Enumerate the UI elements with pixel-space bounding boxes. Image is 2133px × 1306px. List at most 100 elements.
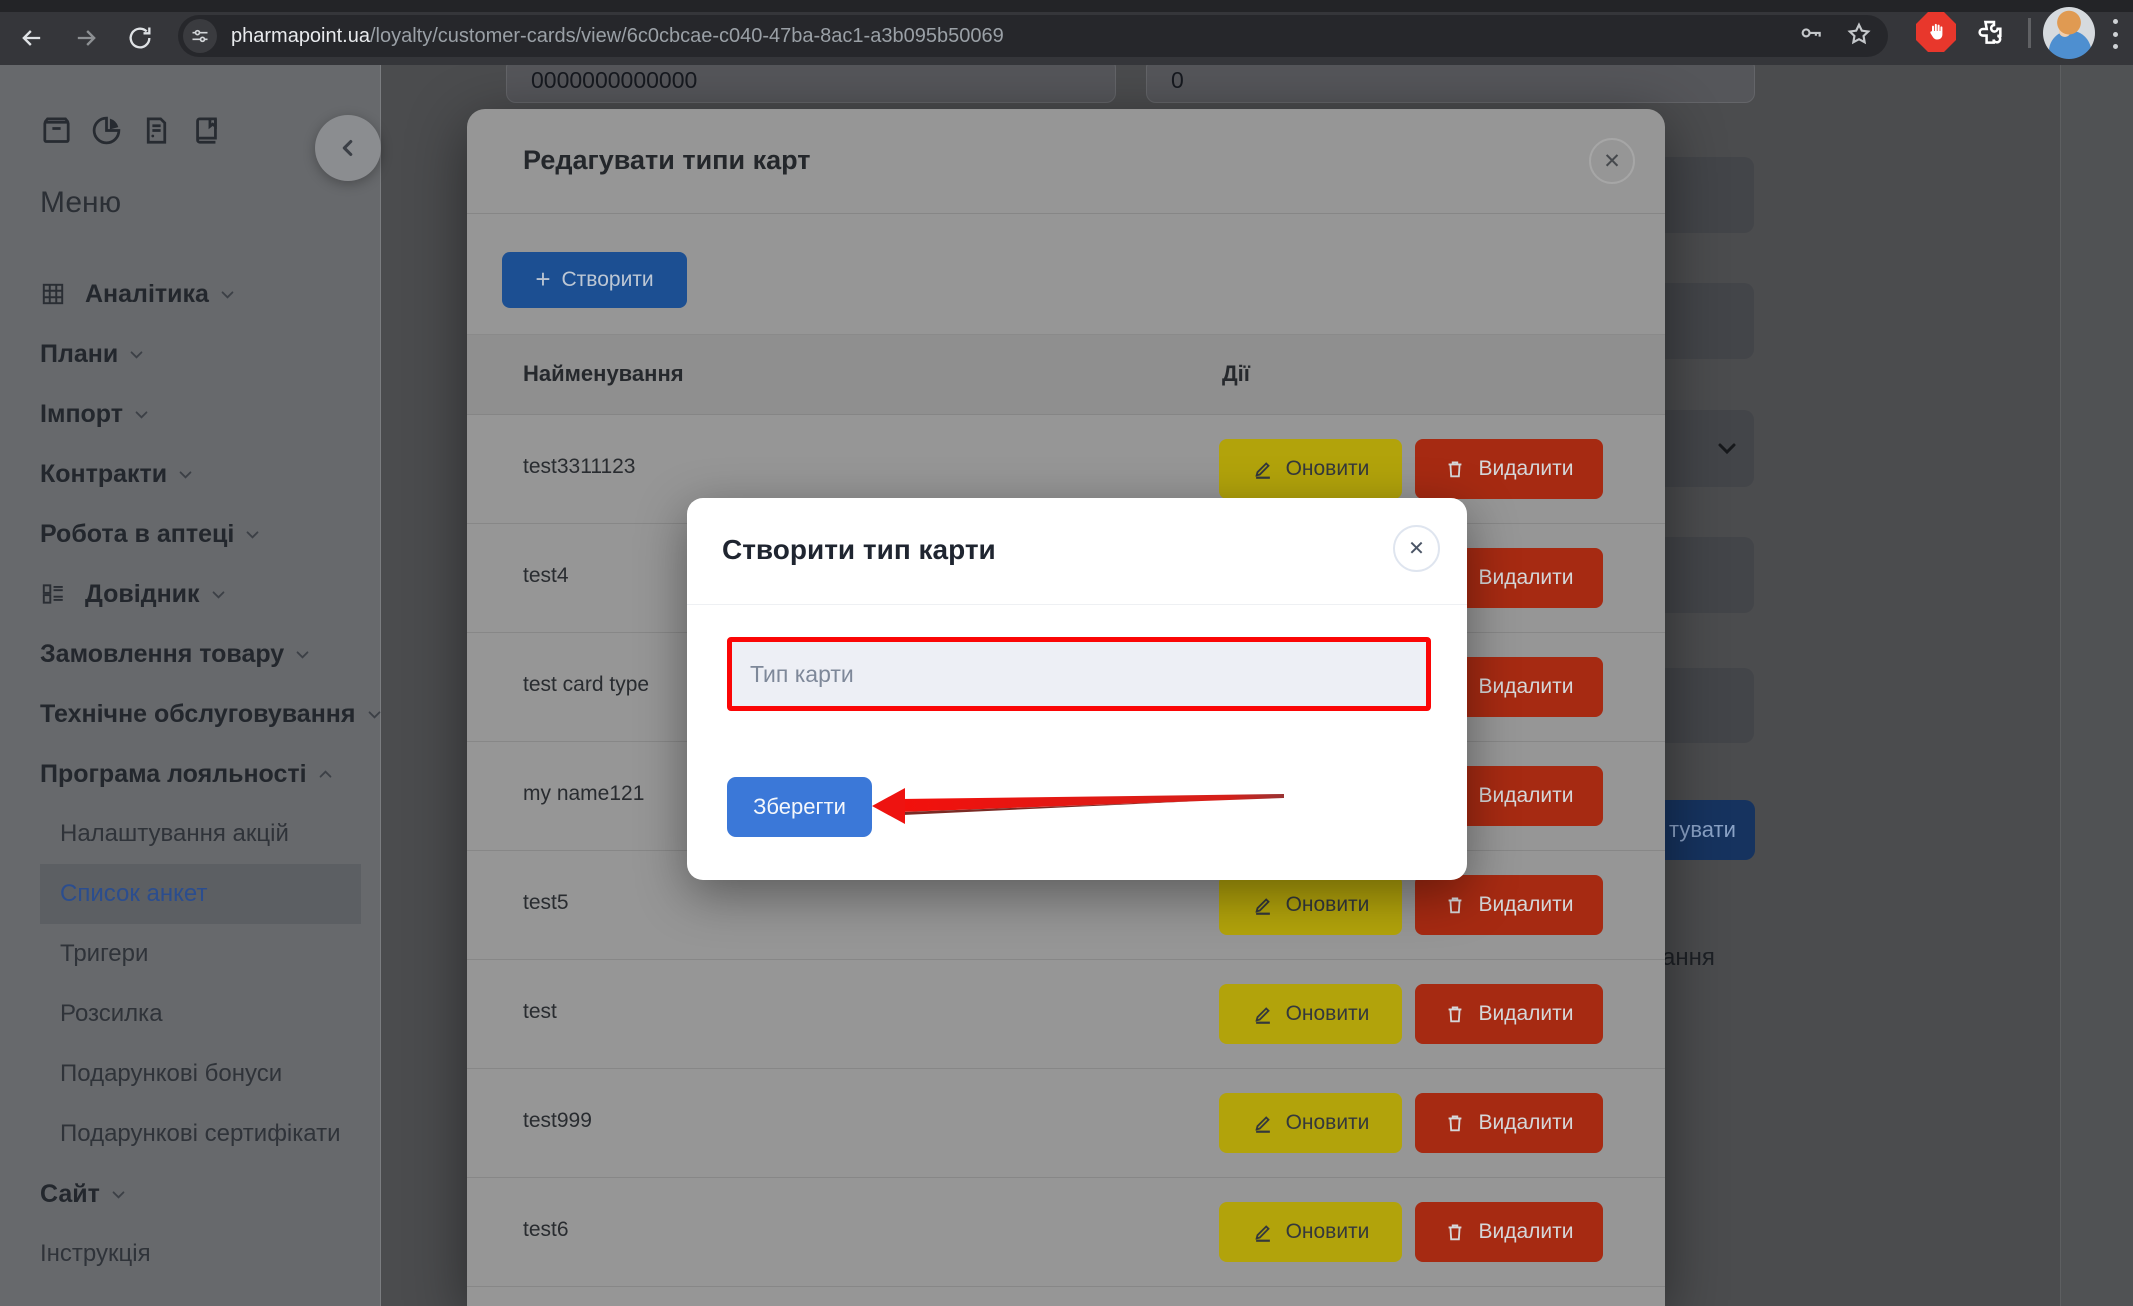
pencil-icon <box>1252 1221 1274 1243</box>
sidebar-item-4[interactable]: Робота в аптеці <box>0 504 381 564</box>
modal-title: Редагувати типи карт <box>523 145 810 176</box>
sidebar-item-label: Аналітика <box>85 280 209 309</box>
close-icon[interactable]: ✕ <box>1589 138 1635 184</box>
sidebar-item-label: Подарункові сертифікати <box>60 1120 341 1148</box>
card-type-name: test card type <box>523 673 649 697</box>
pencil-icon <box>1252 894 1274 916</box>
create-card-type-modal: Створити тип карти ✕ Тип карти Зберегти <box>687 498 1467 880</box>
card-number-value: 0000000000000 <box>531 67 697 94</box>
trash-icon <box>1444 1003 1466 1025</box>
reload-icon[interactable] <box>126 24 154 52</box>
profile-avatar[interactable] <box>2043 7 2095 59</box>
update-button[interactable]: Оновити <box>1219 1202 1402 1262</box>
sidebar-item-3[interactable]: Контракти <box>0 444 381 504</box>
sidebar-item-0[interactable]: Аналітика <box>0 264 381 324</box>
forward-icon[interactable] <box>72 24 100 52</box>
sidebar-item-label: Розсилка <box>60 1000 163 1028</box>
scrollbar-track[interactable] <box>2060 65 2133 1306</box>
sidebar-item-label: Плани <box>40 340 118 369</box>
sidebar-item-label: Подарункові бонуси <box>60 1060 282 1088</box>
chevron-down-icon <box>294 646 311 663</box>
sidebar-item-2[interactable]: Імпорт <box>0 384 381 444</box>
password-key-icon[interactable] <box>1798 21 1824 52</box>
delete-button[interactable]: Видалити <box>1415 1202 1603 1262</box>
update-button[interactable]: Оновити <box>1219 875 1402 935</box>
column-header-name: Найменування <box>523 361 684 387</box>
sidebar-item-8[interactable]: Програма лояльності <box>0 744 381 804</box>
list-icon <box>40 581 66 607</box>
card-type-name: test999 <box>523 1109 592 1133</box>
pencil-icon <box>1252 1112 1274 1134</box>
sidebar-item-1[interactable]: Плани <box>0 324 381 384</box>
address-bar[interactable]: pharmapoint.ua/loyalty/customer-cards/vi… <box>178 15 1888 57</box>
background-form-field <box>1665 283 1754 359</box>
column-header-actions: Дії <box>1222 361 1250 387</box>
browser-toolbar: pharmapoint.ua/loyalty/customer-cards/vi… <box>0 0 2133 65</box>
update-button[interactable]: Оновити <box>1219 1093 1402 1153</box>
url-path: /loyalty/customer-cards/view/6c0cbcae-c0… <box>370 25 1004 47</box>
sidebar-item-label: Список анкет <box>60 880 207 908</box>
background-text-fragment: ання <box>1662 944 1715 972</box>
sidebar-item-label: Програма лояльності <box>40 760 307 789</box>
sidebar-item-label: Інструкція <box>40 1240 151 1268</box>
sidebar-item-14[interactable]: Подарункові сертифікати <box>0 1104 381 1164</box>
create-button[interactable]: + Створити <box>502 252 687 308</box>
background-form-field <box>1665 157 1754 233</box>
delete-button[interactable]: Видалити <box>1415 984 1603 1044</box>
delete-button[interactable]: Видалити <box>1415 875 1603 935</box>
chevron-down-icon <box>244 526 261 543</box>
archive-box-icon[interactable] <box>40 114 73 152</box>
url-host: pharmapoint.ua <box>231 25 370 47</box>
background-button-fragment: тувати <box>1665 800 1755 860</box>
sidebar-collapse-button[interactable] <box>315 115 381 181</box>
sidebar-item-13[interactable]: Подарункові бонуси <box>0 1044 381 1104</box>
sidebar-item-label: Робота в аптеці <box>40 520 234 549</box>
chevron-down-icon <box>110 1186 127 1203</box>
sidebar-item-7[interactable]: Технічне обслуговування <box>0 684 381 744</box>
card-type-name: my name121 <box>523 782 644 806</box>
sidebar-item-16[interactable]: Інструкція <box>0 1224 381 1284</box>
background-form-field <box>1665 537 1754 613</box>
sidebar-item-6[interactable]: Замовлення товару <box>0 624 381 684</box>
extensions-icon[interactable] <box>1972 15 2006 49</box>
document-icon[interactable] <box>140 114 173 152</box>
close-icon[interactable]: ✕ <box>1393 525 1440 572</box>
chevron-down-icon <box>177 466 194 483</box>
site-settings-icon[interactable] <box>183 19 217 53</box>
update-button[interactable]: Оновити <box>1219 984 1402 1044</box>
sidebar-item-5[interactable]: Довідник <box>0 564 381 624</box>
sidebar-item-10[interactable]: Список анкет <box>40 864 361 924</box>
header-divider <box>467 213 1665 214</box>
sidebar-item-12[interactable]: Розсилка <box>0 984 381 1044</box>
chrome-menu-icon[interactable] <box>2113 19 2119 49</box>
sidebar-item-label: Технічне обслуговування <box>40 700 356 729</box>
delete-button[interactable]: Видалити <box>1415 1093 1603 1153</box>
sidebar-menu-title: Меню <box>40 186 121 220</box>
adblock-extension-icon[interactable] <box>1916 12 1956 52</box>
chevron-down-icon <box>1715 436 1739 460</box>
card-type-name: test <box>523 1000 557 1024</box>
trash-icon <box>1444 894 1466 916</box>
chevron-down-icon <box>133 406 150 423</box>
back-icon[interactable] <box>18 24 46 52</box>
input-placeholder: Тип карти <box>750 661 854 688</box>
pie-chart-icon[interactable] <box>90 114 123 152</box>
bookmark-star-icon[interactable] <box>1846 21 1872 52</box>
sidebar-item-9[interactable]: Налаштування акцій <box>0 804 381 864</box>
chevron-down-icon <box>219 286 236 303</box>
bonus-value: 0 <box>1171 67 1184 94</box>
card-type-input[interactable]: Тип карти <box>727 637 1431 711</box>
update-button[interactable]: Оновити <box>1219 439 1402 499</box>
sidebar-item-label: Налаштування акцій <box>60 820 289 848</box>
sidebar-item-11[interactable]: Тригери <box>0 924 381 984</box>
sidebar: Меню Аналітика Плани Імпорт Ко <box>0 65 381 1306</box>
save-button[interactable]: Зберегти <box>727 777 872 837</box>
modal-title: Створити тип карти <box>722 534 996 566</box>
sidebar-item-15[interactable]: Сайт <box>0 1164 381 1224</box>
book-icon[interactable] <box>190 114 223 152</box>
sidebar-item-label: Імпорт <box>40 400 123 429</box>
delete-button[interactable]: Видалити <box>1415 439 1603 499</box>
header-divider <box>687 604 1467 605</box>
background-select-field <box>1665 410 1754 487</box>
table-header: Найменування Дії <box>467 334 1665 415</box>
